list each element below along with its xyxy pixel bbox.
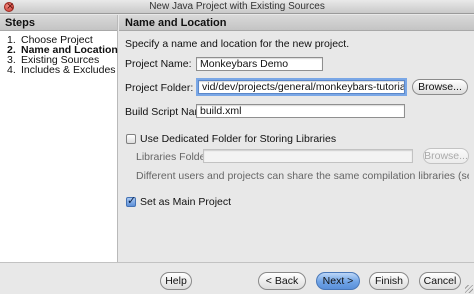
- main-project-label: Set as Main Project: [140, 196, 232, 208]
- project-name-field[interactable]: Monkeybars Demo: [196, 57, 323, 71]
- window-title: New Java Project with Existing Sources: [149, 1, 325, 12]
- panel-header: Name and Location: [119, 15, 474, 31]
- wizard-footer: Help < Back Next > Finish Cancel: [0, 262, 474, 294]
- libraries-folder-browse-button[interactable]: Browse...: [423, 148, 469, 164]
- steps-header: Steps: [0, 15, 117, 31]
- libraries-hint-text: Different users and projects can share t…: [136, 170, 469, 182]
- dedicated-folder-label: Use Dedicated Folder for Storing Librari…: [140, 133, 337, 145]
- project-folder-browse-button[interactable]: Browse...: [412, 79, 468, 95]
- back-button[interactable]: < Back: [258, 272, 306, 290]
- instructions-text: Specify a name and location for the new …: [125, 38, 350, 50]
- name-location-panel: Name and Location Specify a name and loc…: [119, 15, 474, 262]
- window-titlebar: New Java Project with Existing Sources: [0, 0, 474, 14]
- project-folder-label: Project Folder:: [125, 82, 194, 94]
- project-folder-field[interactable]: vid/dev/projects/general/monkeybars-tuto…: [196, 78, 407, 96]
- project-name-label: Project Name:: [125, 58, 192, 70]
- steps-panel: Steps 1. Choose Project 2. Name and Locati…: [0, 15, 118, 262]
- steps-list: 1. Choose Project 2. Name and Location 3. E…: [0, 31, 118, 76]
- build-script-field[interactable]: build.xml: [196, 104, 405, 118]
- resize-grip-icon[interactable]: [465, 285, 473, 293]
- close-window-icon[interactable]: [4, 0, 14, 14]
- step-item-includes-excludes: 4. Includes & Excludes: [7, 64, 116, 76]
- finish-button[interactable]: Finish: [369, 272, 409, 290]
- dedicated-folder-checkbox[interactable]: [126, 134, 136, 144]
- main-project-checkbox[interactable]: [126, 194, 136, 207]
- libraries-folder-field[interactable]: [203, 149, 413, 163]
- help-button[interactable]: Help: [160, 272, 192, 290]
- cancel-button[interactable]: Cancel: [419, 272, 461, 290]
- libraries-folder-label: Libraries Folder:: [136, 151, 212, 163]
- next-button[interactable]: Next >: [316, 272, 360, 290]
